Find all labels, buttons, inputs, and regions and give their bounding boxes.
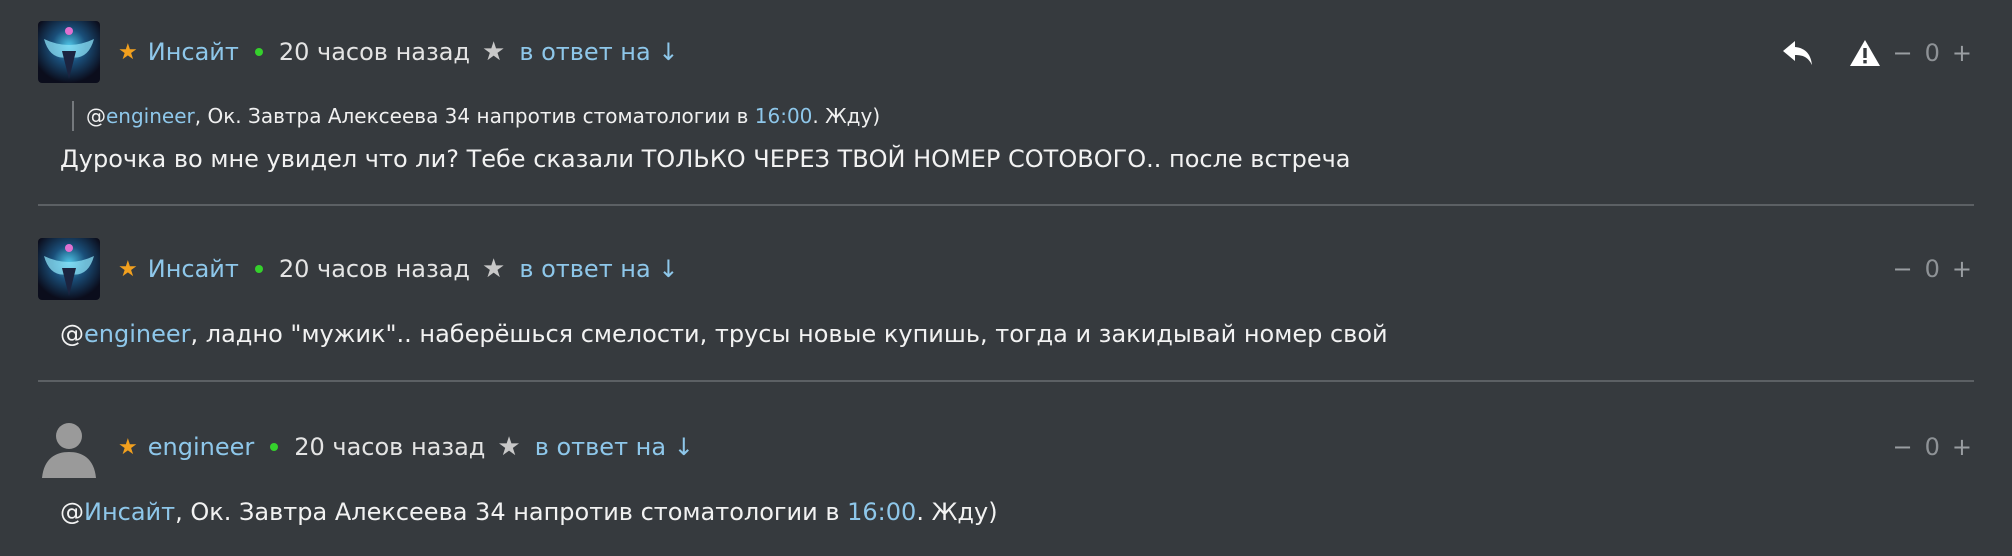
comment-actions: − 0 + [1893,249,1973,289]
vote-score: 0 [1924,433,1940,461]
comment: ★ engineer 20 часов назад ★ в ответ на ↓… [0,382,2012,556]
quote-block: @engineer, Ок. Завтра Алексеева 34 напро… [72,101,880,131]
quote-time-link[interactable]: 16:00 [755,104,813,128]
timestamp[interactable]: 20 часов назад [279,255,470,283]
bookmark-star-icon[interactable]: ★ [482,254,505,284]
mention-at: @ [60,320,84,348]
comment-actions: − 0 + [1781,33,1972,73]
avatar[interactable] [38,238,100,300]
vote-down-button[interactable]: − [1893,433,1913,461]
online-dot [270,443,279,451]
comment-text-end: . Жду) [916,498,998,526]
vote-score: 0 [1924,255,1940,283]
bookmark-star-icon[interactable]: ★ [497,432,520,462]
online-dot [254,265,263,273]
timestamp[interactable]: 20 часов назад [279,38,470,66]
quote-at: @ [86,104,106,128]
vote-up-button[interactable]: + [1952,39,1972,67]
bookmark-star-icon[interactable]: ★ [482,37,505,67]
vote-down-button[interactable]: − [1893,255,1913,283]
star-icon: ★ [118,256,138,282]
comment-text: @engineer, ладно "мужик".. наберёшься см… [60,318,1388,350]
mention-link[interactable]: engineer [84,320,191,348]
warning-icon[interactable] [1849,39,1881,67]
quote-text: , Ок. Завтра Алексеева 34 напротив стома… [194,104,755,128]
comment-meta: ★ engineer 20 часов назад ★ в ответ на ↓ [118,432,694,462]
comment-text: @Инсайт, Ок. Завтра Алексеева 34 напроти… [60,496,998,528]
quote-text-end: . Жду) [812,104,881,128]
reply-icon[interactable] [1781,39,1815,67]
reply-to-link[interactable]: в ответ на ↓ [535,433,694,461]
avatar[interactable] [38,416,100,478]
comment-meta: ★ Инсайт 20 часов назад ★ в ответ на ↓ [118,254,678,284]
time-link[interactable]: 16:00 [847,498,916,526]
star-icon: ★ [118,434,138,460]
timestamp[interactable]: 20 часов назад [294,433,485,461]
star-icon: ★ [118,39,138,65]
author-link[interactable]: Инсайт [148,38,239,66]
avatar[interactable] [38,21,100,83]
vote-down-button[interactable]: − [1893,39,1913,67]
comment: ★ Инсайт 20 часов назад ★ в ответ на ↓ −… [0,0,2012,206]
mention-at: @ [60,498,84,526]
vote-score: 0 [1924,39,1940,67]
quote-mention[interactable]: engineer [106,104,195,128]
reply-to-link[interactable]: в ответ на ↓ [519,38,678,66]
comment: ★ Инсайт 20 часов назад ★ в ответ на ↓ −… [0,206,2012,382]
vote-up-button[interactable]: + [1952,433,1972,461]
mention-link[interactable]: Инсайт [84,498,175,526]
author-link[interactable]: engineer [148,433,255,461]
comment-text-body: , ладно "мужик".. наберёшься смелости, т… [190,320,1388,348]
author-link[interactable]: Инсайт [148,255,239,283]
reply-to-link[interactable]: в ответ на ↓ [519,255,678,283]
comment-meta: ★ Инсайт 20 часов назад ★ в ответ на ↓ [118,37,678,67]
comment-actions: − 0 + [1893,427,1973,467]
comment-text-body: , Ок. Завтра Алексеева 34 напротив стома… [175,498,848,526]
comment-text: Дурочка во мне увидел что ли? Тебе сказа… [60,145,1351,173]
vote-up-button[interactable]: + [1952,255,1972,283]
online-dot [254,48,263,56]
